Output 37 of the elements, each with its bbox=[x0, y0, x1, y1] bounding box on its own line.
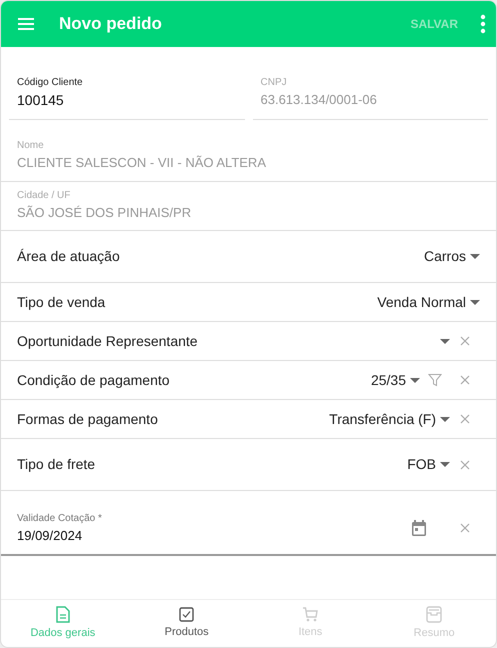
select-dropdown[interactable]: 25/35 bbox=[370, 370, 420, 390]
field-value[interactable]: 100145 bbox=[17, 90, 236, 111]
more-options-button[interactable] bbox=[480, 14, 486, 34]
checkbox-icon bbox=[179, 606, 194, 622]
field-label: Cidade / UF bbox=[17, 188, 72, 202]
field-label: Validade Cotação * bbox=[17, 512, 103, 526]
field-value: CLIENTE SALESCON - VII - NÃO ALTERA bbox=[17, 154, 267, 172]
select-dropdown[interactable]: FOB bbox=[407, 454, 450, 475]
select-label: Área de atuação bbox=[17, 247, 120, 266]
close-icon[interactable] bbox=[460, 460, 470, 470]
select-dropdown[interactable]: Venda Normal bbox=[377, 292, 480, 312]
close-icon[interactable] bbox=[460, 375, 470, 385]
field-value: 63.613.134/0001-06 bbox=[260, 91, 378, 109]
select-label: Condição de pagamento bbox=[17, 370, 170, 390]
field-label: Código Cliente bbox=[17, 76, 84, 90]
field-value: SÃO JOSÉ DOS PINHAIS/PR bbox=[17, 204, 192, 222]
field-label: Nome bbox=[17, 139, 45, 153]
page-title: Novo pedido bbox=[59, 13, 162, 36]
menu-button[interactable] bbox=[17, 17, 35, 31]
filter-icon[interactable] bbox=[428, 373, 442, 387]
close-icon[interactable] bbox=[460, 336, 470, 346]
close-icon[interactable] bbox=[460, 414, 470, 424]
select-label: Oportunidade Representante bbox=[17, 332, 198, 351]
nav-tab[interactable]: Produtos bbox=[124, 600, 248, 647]
select-label: Tipo de frete bbox=[17, 455, 96, 474]
select-label: Tipo de venda bbox=[17, 292, 106, 312]
select-dropdown[interactable]: Carros bbox=[424, 246, 480, 267]
date-field[interactable]: 19/09/2024 bbox=[17, 526, 404, 546]
select-dropdown[interactable] bbox=[440, 338, 450, 344]
inbox-icon bbox=[426, 606, 442, 623]
document-icon bbox=[56, 606, 70, 623]
field-label: CNPJ bbox=[260, 76, 288, 90]
cart-icon bbox=[302, 606, 318, 622]
close-icon[interactable] bbox=[460, 523, 470, 534]
calendar-icon[interactable] bbox=[411, 520, 427, 537]
select-dropdown[interactable]: Transferência (F) bbox=[329, 408, 450, 430]
select-label: Formas de pagamento bbox=[17, 410, 158, 429]
